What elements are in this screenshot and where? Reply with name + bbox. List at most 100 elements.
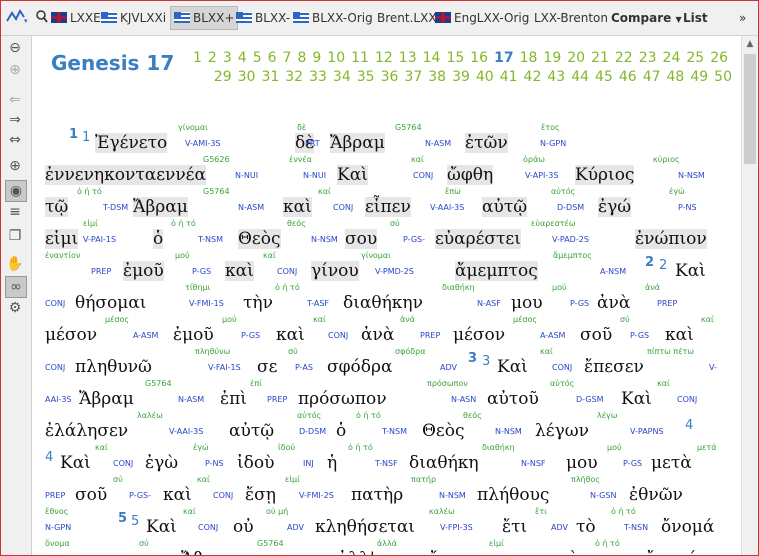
tab-kjvlxxi[interactable]: KJVLXXi bbox=[101, 7, 166, 29]
gloss-lemma[interactable]: ἐγώ bbox=[193, 443, 209, 452]
greek-word[interactable]: Θεὸς bbox=[238, 229, 281, 249]
gloss-lemma[interactable]: καί bbox=[318, 187, 331, 196]
copy-icon[interactable]: ❐ bbox=[5, 226, 25, 246]
gloss-lemma[interactable]: θεός bbox=[463, 411, 482, 420]
greek-word[interactable]: μου bbox=[566, 453, 598, 473]
chapter-link[interactable]: 41 bbox=[500, 69, 518, 85]
chapter-link[interactable]: 22 bbox=[615, 50, 633, 66]
gloss-lemma[interactable]: ἔτος bbox=[541, 123, 560, 132]
greek-word[interactable]: ἀνὰ bbox=[597, 293, 630, 313]
gloss-lemma[interactable]: ὁ ἡ τό bbox=[611, 507, 636, 516]
greek-word[interactable]: εὐαρέστει bbox=[435, 229, 521, 249]
greek-word[interactable]: ἰδοὺ bbox=[237, 453, 274, 473]
chapter-link[interactable]: 27 bbox=[734, 50, 735, 66]
forward-icon[interactable]: ⊕ bbox=[5, 60, 25, 80]
greek-word[interactable]: πρόσωπον bbox=[298, 389, 387, 409]
gloss-lemma[interactable]: πρόσωπον bbox=[427, 379, 468, 388]
chapter-link[interactable]: 14 bbox=[423, 50, 441, 66]
chapter-link[interactable]: 20 bbox=[567, 50, 585, 66]
gloss-lemma[interactable]: γίνομαι bbox=[178, 123, 208, 132]
greek-word[interactable]: Ἄβραμ bbox=[133, 197, 188, 217]
greek-word[interactable]: διαθήκην bbox=[343, 293, 423, 313]
gloss-lemma[interactable]: θεός bbox=[287, 219, 306, 228]
gloss-lemma[interactable]: σύ bbox=[139, 539, 149, 548]
tab-blxx-orig[interactable]: BLXX-Orig bbox=[293, 7, 373, 29]
gloss-lemma[interactable]: αὐτός bbox=[550, 379, 574, 388]
verse-number-link[interactable]: 1 bbox=[69, 127, 78, 142]
next-chapter-icon[interactable]: ⇒ bbox=[5, 110, 25, 130]
greek-word[interactable]: αὐτῷ bbox=[229, 421, 274, 441]
greek-word[interactable]: σοῦ bbox=[580, 325, 612, 345]
gloss-lemma[interactable]: εἰμί bbox=[489, 539, 504, 548]
gloss-lemma[interactable]: λαλέω bbox=[137, 411, 163, 420]
gloss-lemma[interactable]: πλῆθος bbox=[571, 475, 600, 484]
gloss-lemma[interactable]: ἀλλά bbox=[377, 539, 397, 548]
vertical-scrollbar[interactable]: ▲ bbox=[741, 36, 758, 555]
greek-word[interactable]: μέσον bbox=[45, 325, 97, 345]
chapter-link[interactable]: 17 bbox=[494, 50, 513, 66]
gloss-lemma[interactable]: οὐ μή bbox=[266, 507, 288, 516]
chapter-link[interactable]: 38 bbox=[428, 69, 446, 85]
chapter-link[interactable]: 47 bbox=[643, 69, 661, 85]
previous-chapter-icon[interactable]: ⇐ bbox=[5, 90, 25, 110]
gloss-lemma[interactable]: σύ bbox=[390, 219, 400, 228]
greek-word[interactable]: ἐτῶν bbox=[465, 133, 508, 153]
gloss-lemma[interactable]: ἐπί bbox=[250, 379, 262, 388]
chapter-link[interactable]: 13 bbox=[399, 50, 417, 66]
chapter-link[interactable]: 45 bbox=[595, 69, 613, 85]
tab-brent-lxx[interactable]: Brent.LXX bbox=[377, 7, 437, 29]
chapter-link[interactable]: 3 bbox=[223, 50, 232, 66]
greek-word[interactable]: ἀλλ' bbox=[337, 549, 375, 555]
tab-englxx-orig[interactable]: EngLXX-Orig bbox=[435, 7, 529, 29]
gloss-lemma[interactable]: καί bbox=[313, 315, 326, 324]
chapter-link[interactable]: 10 bbox=[327, 50, 345, 66]
chapter-link[interactable]: 6 bbox=[268, 50, 277, 66]
settings-gear-icon[interactable]: ⚙ bbox=[5, 298, 25, 318]
greek-word[interactable]: σε bbox=[257, 357, 277, 377]
gloss-lemma[interactable]: μού bbox=[552, 283, 567, 292]
link-icon[interactable]: ∞ bbox=[5, 276, 27, 298]
chapter-link[interactable]: 1 bbox=[193, 50, 202, 66]
greek-word[interactable]: ἡ bbox=[327, 453, 337, 473]
greek-word[interactable]: αὐτῷ bbox=[482, 197, 528, 217]
gloss-lemma[interactable]: ὁ ἡ τό bbox=[348, 443, 373, 452]
gloss-lemma[interactable]: καί bbox=[701, 315, 714, 324]
greek-word[interactable]: καὶ bbox=[163, 485, 192, 505]
greek-word[interactable]: Καὶ bbox=[337, 165, 368, 185]
tab-lxxe[interactable]: LXXE bbox=[51, 7, 101, 29]
gloss-lemma[interactable]: ὁράω bbox=[523, 155, 545, 164]
greek-word[interactable]: Ἐγένετο bbox=[95, 133, 168, 153]
greek-word[interactable]: Ἄβραμ bbox=[330, 133, 385, 153]
gloss-lemma[interactable]: κύριος bbox=[653, 155, 680, 164]
gloss-lemma[interactable]: ὁ ἡ τό bbox=[595, 539, 620, 548]
gloss-lemma[interactable]: ἰδού bbox=[278, 443, 295, 452]
toolbar-overflow-button[interactable]: » bbox=[739, 7, 746, 29]
greek-word[interactable]: Καὶ bbox=[497, 357, 528, 377]
gloss-lemma[interactable]: ἐγώ bbox=[669, 187, 685, 196]
greek-word[interactable]: ἐγώ bbox=[598, 197, 632, 217]
eye-icon[interactable]: ◉ bbox=[5, 180, 27, 202]
greek-word[interactable]: τὸ bbox=[559, 549, 579, 555]
greek-word[interactable]: ἔσται bbox=[429, 549, 477, 555]
greek-word[interactable]: Ἄβραμ bbox=[181, 549, 236, 555]
greek-word[interactable]: θήσομαι bbox=[75, 293, 146, 313]
greek-word[interactable]: ὄνομά bbox=[645, 549, 698, 555]
greek-word[interactable]: διαθήκη bbox=[409, 453, 479, 473]
gloss-lemma[interactable]: ἐννέα bbox=[289, 155, 312, 164]
greek-word[interactable]: Καὶ bbox=[621, 389, 652, 409]
gloss-lemma[interactable]: μέσος bbox=[105, 315, 129, 324]
chapter-link[interactable]: 11 bbox=[351, 50, 369, 66]
greek-word[interactable]: ἐθνῶν bbox=[629, 485, 683, 505]
greek-word[interactable]: μετὰ bbox=[651, 453, 692, 473]
greek-word[interactable]: ἔπεσεν bbox=[584, 357, 644, 377]
chapter-link[interactable]: 23 bbox=[639, 50, 657, 66]
sync-arrows-icon[interactable]: ⇔ bbox=[5, 130, 25, 150]
gloss-lemma[interactable]: γίνομαι bbox=[361, 251, 391, 260]
chapter-link[interactable]: 4 bbox=[238, 50, 247, 66]
chapter-link[interactable]: 50 bbox=[714, 69, 732, 85]
tab-lxx-brenton[interactable]: LXX-Brenton bbox=[534, 7, 608, 29]
format-icon[interactable]: ≡ bbox=[5, 202, 25, 222]
gloss-lemma[interactable]: ἐναντίον bbox=[45, 251, 80, 260]
greek-word[interactable]: τῷ bbox=[45, 197, 69, 217]
greek-word[interactable]: ἐμοῦ bbox=[123, 261, 164, 281]
